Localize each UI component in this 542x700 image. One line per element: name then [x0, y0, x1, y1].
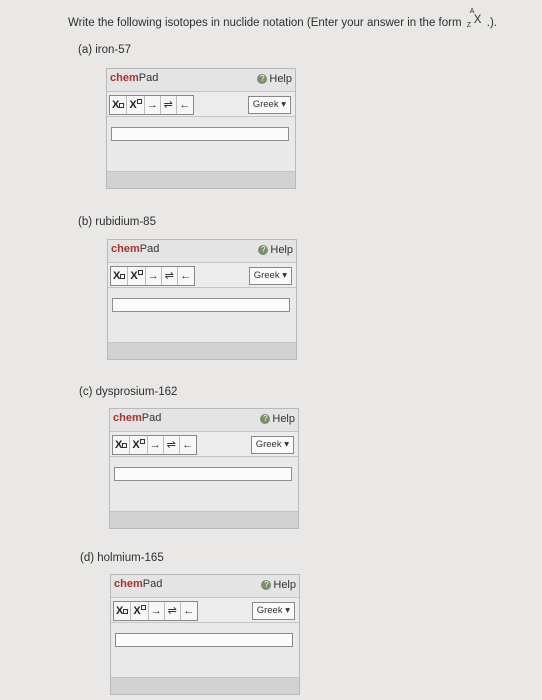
chempad-toolbar: X X → ⇌ ← Greek ▾	[108, 263, 296, 288]
prompt-suffix: .).	[486, 17, 497, 29]
answer-area	[111, 623, 299, 677]
chempad-footer	[107, 171, 295, 188]
superscript-button[interactable]: X	[127, 96, 145, 114]
tool-group: X X → ⇌ ←	[112, 435, 197, 455]
answer-input-c[interactable]	[114, 467, 292, 481]
equilibrium-arrow-button[interactable]: ⇌	[165, 602, 181, 620]
chempad-c: chemPad ? Help X X → ⇌ ← Greek ▾	[109, 408, 299, 529]
reaction-arrow-button[interactable]: →	[148, 436, 164, 454]
answer-input-b[interactable]	[112, 298, 290, 312]
prompt-text: Write the following isotopes in nuclide …	[68, 17, 462, 29]
chempad-footer	[110, 511, 298, 528]
question-circle-icon: ?	[258, 245, 269, 255]
subscript-button[interactable]: X	[114, 602, 132, 620]
tool-group: X X → ⇌ ←	[110, 266, 195, 286]
equilibrium-arrow-button[interactable]: ⇌	[164, 436, 180, 454]
greek-dropdown[interactable]: Greek ▾	[251, 602, 295, 620]
equilibrium-arrow-button[interactable]: ⇌	[161, 96, 177, 114]
question-circle-icon: ?	[257, 74, 268, 84]
greek-dropdown[interactable]: Greek ▾	[248, 267, 292, 285]
reaction-arrow-button[interactable]: →	[146, 267, 162, 285]
answer-area	[107, 117, 295, 171]
superscript-button[interactable]: X	[131, 602, 149, 620]
chempad-header: chemPad ? Help	[111, 575, 299, 598]
greek-dropdown[interactable]: Greek ▾	[247, 96, 291, 114]
chempad-footer	[108, 342, 296, 359]
question-circle-icon: ?	[260, 414, 271, 424]
answer-area	[110, 457, 298, 511]
subscript-button[interactable]: X	[113, 436, 131, 454]
help-link[interactable]: ? Help	[258, 244, 293, 256]
tool-group: X X → ⇌ ←	[109, 95, 194, 115]
back-arrow-button[interactable]: ←	[181, 602, 197, 620]
chempad-toolbar: X X → ⇌ ← Greek ▾	[110, 432, 298, 457]
chempad-header: chemPad ? Help	[108, 240, 296, 263]
chempad-title: chemPad	[113, 412, 162, 424]
chempad-footer	[111, 677, 299, 694]
help-link[interactable]: ? Help	[261, 579, 296, 591]
chempad-title: chemPad	[111, 243, 160, 255]
part-b-label: (b) rubidium-85	[78, 216, 156, 228]
chempad-title: chemPad	[110, 72, 159, 84]
subscript-button[interactable]: X	[111, 267, 129, 285]
equilibrium-arrow-button[interactable]: ⇌	[162, 267, 178, 285]
chempad-toolbar: X X → ⇌ ← Greek ▾	[111, 598, 299, 623]
greek-dropdown[interactable]: Greek ▾	[250, 436, 294, 454]
question-prompt: Write the following isotopes in nuclide …	[68, 8, 497, 29]
question-circle-icon: ?	[261, 580, 272, 590]
tool-group: X X → ⇌ ←	[113, 601, 198, 621]
atomic-number-symbol: Z	[466, 22, 472, 29]
help-link[interactable]: ? Help	[260, 413, 295, 425]
chempad-header: chemPad ? Help	[110, 409, 298, 432]
element-symbol: X	[473, 14, 482, 26]
superscript-button[interactable]: X	[130, 436, 148, 454]
chempad-a: chemPad ? Help X X → ⇌ ← Greek ▾	[106, 68, 296, 189]
part-c-label: (c) dysprosium-162	[79, 386, 178, 398]
chempad-d: chemPad ? Help X X → ⇌ ← Greek ▾	[110, 574, 300, 695]
chempad-title: chemPad	[114, 578, 163, 590]
back-arrow-button[interactable]: ←	[180, 436, 196, 454]
part-d-label: (d) holmium-165	[80, 552, 164, 564]
back-arrow-button[interactable]: ←	[177, 96, 193, 114]
chempad-b: chemPad ? Help X X → ⇌ ← Greek ▾	[107, 239, 297, 360]
superscript-button[interactable]: X	[128, 267, 146, 285]
nuclide-notation-example: A Z X	[465, 8, 487, 29]
reaction-arrow-button[interactable]: →	[145, 96, 161, 114]
chempad-toolbar: X X → ⇌ ← Greek ▾	[107, 92, 295, 117]
part-a-label: (a) iron-57	[78, 44, 132, 56]
help-link[interactable]: ? Help	[257, 73, 292, 85]
back-arrow-button[interactable]: ←	[178, 267, 194, 285]
answer-input-d[interactable]	[115, 633, 293, 647]
answer-area	[108, 288, 296, 342]
chempad-header: chemPad ? Help	[107, 69, 295, 92]
subscript-button[interactable]: X	[110, 96, 128, 114]
answer-input-a[interactable]	[111, 127, 289, 141]
reaction-arrow-button[interactable]: →	[149, 602, 165, 620]
